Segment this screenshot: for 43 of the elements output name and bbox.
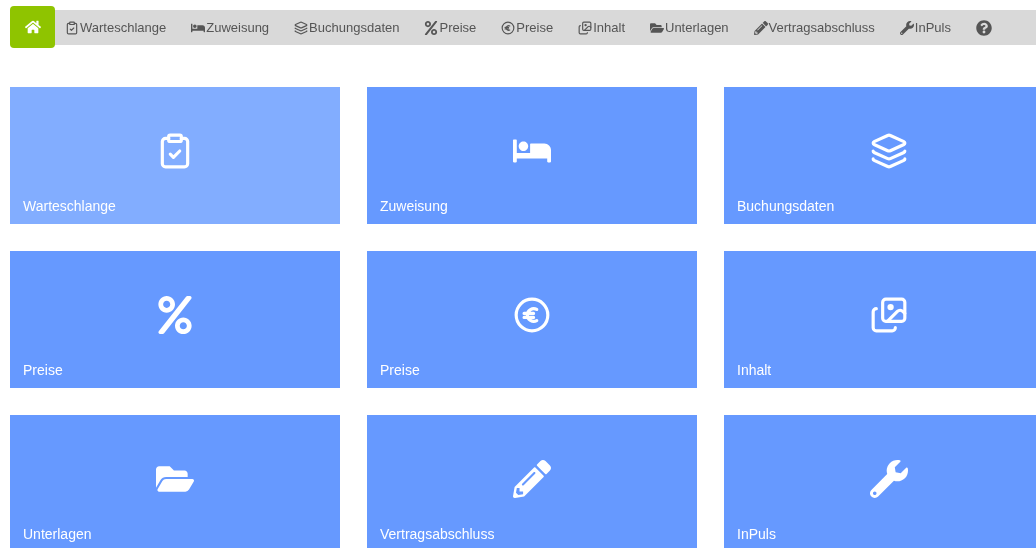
menu-tile[interactable]: Buchungsdaten — [724, 87, 1036, 224]
folder-icon — [650, 20, 664, 35]
tile-label: Zuweisung — [380, 197, 448, 216]
nav-link[interactable]: Warteschlange — [65, 17, 167, 38]
menu-tile[interactable]: Unterlagen — [10, 415, 340, 548]
nav-link[interactable]: Preise — [501, 17, 554, 38]
clipboard-check-icon — [65, 20, 79, 35]
percent-icon — [424, 20, 439, 35]
nav-link[interactable]: Vertragsabschluss — [753, 17, 875, 38]
nav-link[interactable]: Zuweisung — [191, 17, 270, 38]
menu-tile[interactable]: Inhalt — [724, 251, 1036, 388]
help-icon — [976, 19, 992, 36]
images-icon — [578, 20, 593, 35]
tile-label: Vertragsabschluss — [380, 525, 495, 544]
pencil-icon — [513, 459, 551, 498]
tile-label: Buchungsdaten — [737, 197, 835, 216]
tile-label: Inhalt — [737, 361, 772, 380]
tile-label: Unterlagen — [23, 525, 92, 544]
layers-icon — [870, 131, 908, 170]
menu-tile[interactable]: Preise — [10, 251, 340, 388]
nav-link[interactable]: InPuls — [899, 17, 951, 38]
tile-label: Preise — [380, 361, 420, 380]
layers-icon — [294, 20, 309, 35]
percent-icon — [156, 295, 194, 334]
tile-label: Preise — [23, 361, 63, 380]
home-icon — [24, 19, 41, 35]
menu-tile[interactable]: Zuweisung — [367, 87, 697, 224]
menu-tile[interactable]: Vertragsabschluss — [367, 415, 697, 548]
nav-link[interactable]: Buchungsdaten — [294, 17, 400, 38]
nav-link[interactable]: Preise — [424, 17, 477, 38]
pencil-icon — [753, 20, 768, 35]
help-button[interactable] — [976, 19, 992, 36]
euro-icon — [501, 20, 516, 35]
menu-tile[interactable]: InPuls — [724, 415, 1036, 548]
nav-link[interactable]: Inhalt — [578, 17, 625, 38]
wrench-icon — [899, 20, 914, 35]
nav-link[interactable]: Unterlagen — [650, 17, 729, 38]
menu-tile[interactable]: Preise — [367, 251, 697, 388]
images-icon — [870, 295, 908, 334]
wrench-icon — [870, 459, 908, 498]
euro-icon — [513, 295, 551, 334]
tile-label: InPuls — [737, 525, 776, 544]
tile-label: Warteschlange — [23, 197, 116, 216]
